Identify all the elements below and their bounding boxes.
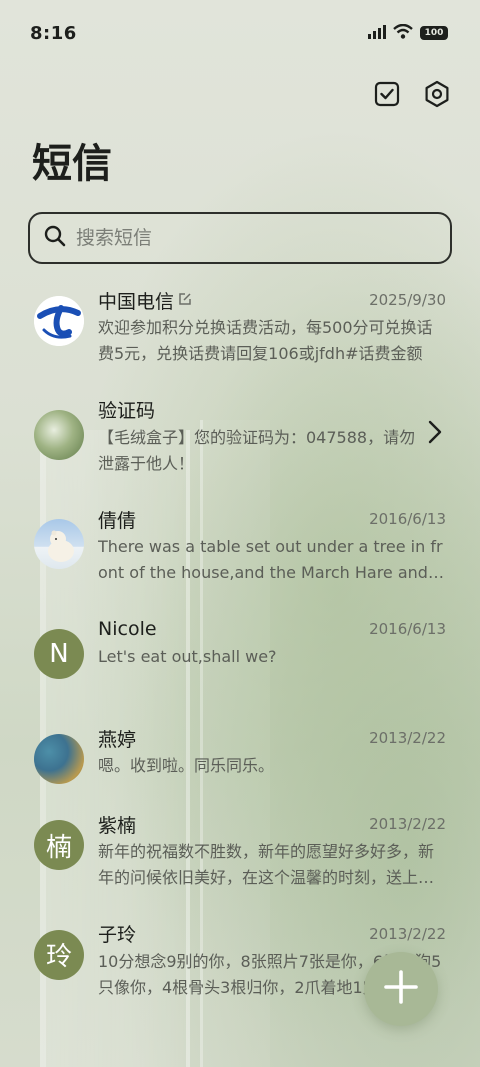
contact-name: 紫楠 bbox=[98, 814, 137, 837]
telecom-logo-icon bbox=[34, 296, 84, 346]
edit-icon bbox=[178, 289, 192, 311]
plus-icon bbox=[383, 969, 419, 1009]
settings-icon[interactable] bbox=[422, 79, 452, 109]
message-item-china-telecom[interactable]: 中国电信 2025/9/30 欢迎参加积分兑换话费活动，每500分可兑换话费5元… bbox=[0, 286, 480, 396]
message-item-verification-code[interactable]: 验证码 【毛绒盒子】您的验证码为：047588，请勿泄露于他人！ bbox=[0, 396, 480, 506]
message-preview: 【毛绒盒子】您的验证码为：047588，请勿泄露于他人！ bbox=[98, 427, 416, 473]
avatar-letter: 玲 bbox=[45, 942, 72, 972]
polar-bear-icon bbox=[48, 530, 74, 562]
wifi-icon bbox=[393, 23, 413, 43]
message-item-yanting[interactable]: 燕婷 2013/2/22 嗯。收到啦。同乐同乐。 bbox=[0, 724, 480, 810]
signal-icon bbox=[368, 24, 386, 43]
message-date: 2013/2/22 bbox=[369, 924, 446, 943]
page-title: 短信 bbox=[32, 141, 112, 187]
avatar-letter: 楠 bbox=[45, 832, 72, 863]
message-date: 2013/2/22 bbox=[369, 729, 446, 747]
avatar bbox=[34, 296, 84, 346]
message-item-nicole[interactable]: N Nicole 2016/6/13 Let's eat out,shall w… bbox=[0, 615, 480, 725]
avatar bbox=[34, 519, 84, 569]
message-preview: 嗯。收到啦。同乐同乐。 bbox=[98, 756, 275, 775]
new-message-button[interactable] bbox=[364, 952, 438, 1026]
avatar bbox=[34, 409, 84, 460]
avatar bbox=[34, 734, 84, 784]
status-time: 8:16 bbox=[30, 22, 77, 44]
message-list: 中国电信 2025/9/30 欢迎参加积分兑换话费活动，每500分可兑换话费5元… bbox=[0, 286, 480, 1029]
search-icon bbox=[44, 225, 66, 251]
battery-icon: 100 bbox=[420, 26, 448, 40]
contact-name: 验证码 bbox=[98, 400, 156, 422]
avatar-letter: N bbox=[49, 638, 69, 669]
contact-name: Nicole bbox=[98, 617, 157, 640]
message-date: 2013/2/22 bbox=[369, 815, 446, 833]
message-item-qianqian[interactable]: 倩倩 2016/6/13 There was a table set out u… bbox=[0, 505, 480, 615]
top-actions bbox=[0, 66, 480, 122]
select-checkbox-icon[interactable] bbox=[372, 79, 402, 109]
avatar: 玲 bbox=[34, 929, 84, 980]
message-item-zinan[interactable]: 楠 紫楠 2013/2/22 新年的祝福数不胜数，新年的愿望好多好多，新年的问候… bbox=[0, 810, 480, 920]
contact-name: 子玲 bbox=[98, 924, 137, 946]
message-preview: Let's eat out,shall we? bbox=[98, 646, 277, 666]
message-preview: 欢迎参加积分兑换话费活动，每500分可兑换话费5元，兑换话费请回复106或jfd… bbox=[98, 318, 433, 363]
contact-name: 燕婷 bbox=[98, 728, 137, 751]
avatar: N bbox=[34, 628, 84, 679]
chevron-right-icon[interactable] bbox=[428, 420, 442, 448]
message-preview: There was a table set out under a tree i… bbox=[98, 537, 443, 582]
message-date: 2025/9/30 bbox=[369, 291, 446, 309]
search-bar[interactable] bbox=[28, 212, 452, 264]
search-input[interactable] bbox=[76, 227, 436, 249]
message-date: 2016/6/13 bbox=[369, 619, 446, 638]
avatar: 楠 bbox=[34, 820, 84, 870]
status-bar: 8:16 100 bbox=[0, 0, 480, 66]
contact-name: 中国电信 bbox=[98, 290, 175, 313]
message-date: 2016/6/13 bbox=[369, 510, 446, 528]
contact-name: 倩倩 bbox=[98, 509, 137, 532]
status-icons: 100 bbox=[368, 23, 448, 43]
message-preview: 新年的祝福数不胜数，新年的愿望好多好多，新年的问候依旧美好，在这个温馨的时刻，送… bbox=[98, 842, 435, 887]
